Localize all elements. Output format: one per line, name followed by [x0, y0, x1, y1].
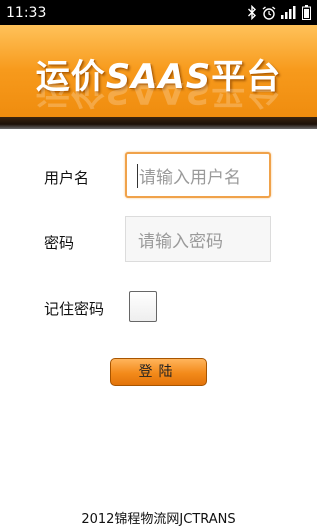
- status-icons: [247, 5, 311, 20]
- status-bar: 11:33: [0, 0, 317, 25]
- login-button[interactable]: 登陆: [110, 358, 207, 386]
- alarm-icon: [262, 5, 276, 20]
- username-input[interactable]: 请输入用户名: [125, 152, 271, 198]
- status-time: 11:33: [6, 4, 47, 21]
- battery-icon: [302, 5, 311, 20]
- password-placeholder: 请输入密码: [138, 231, 223, 252]
- username-label: 用户名: [44, 169, 90, 187]
- banner-title-reflection: 运价SAAS平台: [35, 83, 282, 111]
- remember-password-checkbox[interactable]: [129, 291, 157, 322]
- banner-divider: [0, 117, 317, 129]
- username-placeholder: 请输入用户名: [139, 167, 241, 188]
- text-caret: [137, 164, 138, 188]
- password-label: 密码: [44, 234, 75, 252]
- remember-password-label: 记住密码: [44, 300, 105, 318]
- bluetooth-icon: [247, 5, 257, 20]
- signal-icon: [281, 6, 297, 19]
- password-input[interactable]: 请输入密码: [125, 216, 271, 262]
- footer-copyright: 2012锦程物流网JCTRANS: [81, 512, 236, 527]
- app-banner: 运价SAAS平台 运价SAAS平台: [0, 25, 317, 125]
